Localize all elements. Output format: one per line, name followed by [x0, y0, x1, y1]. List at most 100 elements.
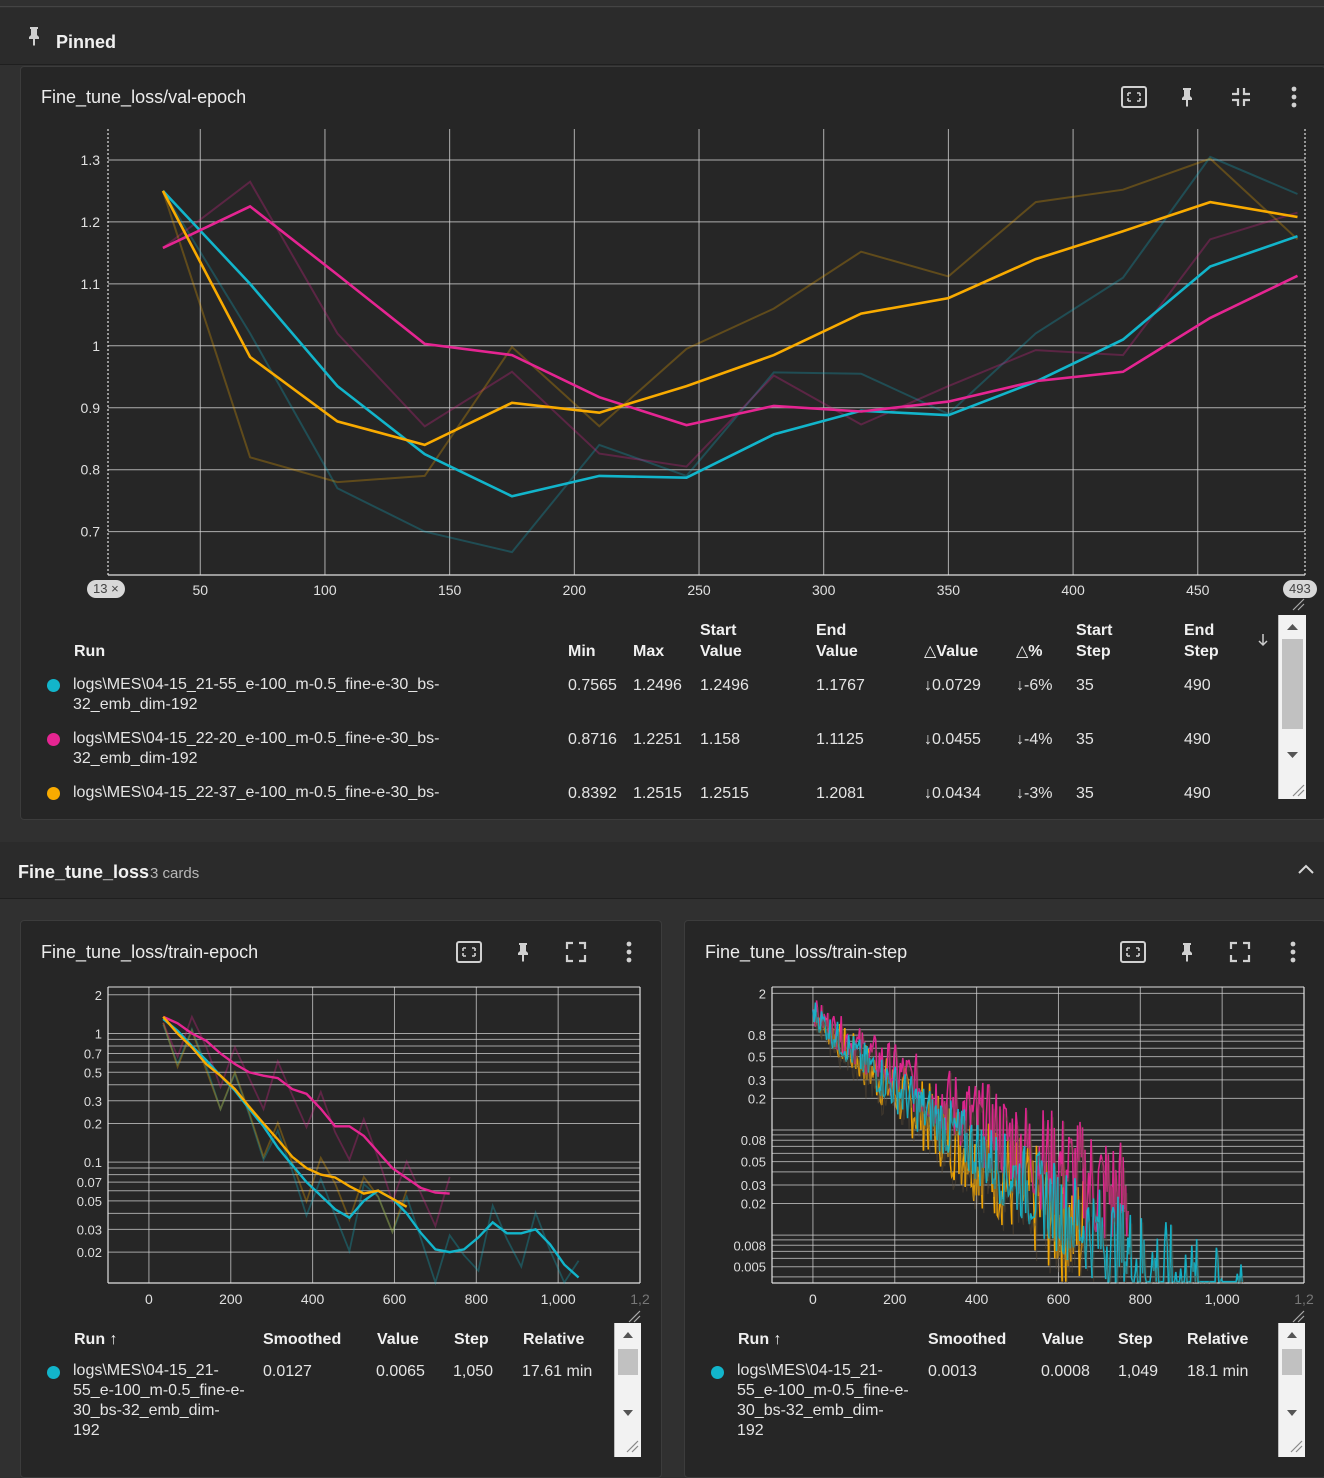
- more-options-button[interactable]: [1278, 937, 1308, 967]
- train-step-chart[interactable]: 2 0.8 0.5 0.3 0.2 0.08 0.05 0.03 0.02 0.008 0.005 0…: [685, 977, 1324, 1317]
- pin-card-button[interactable]: [508, 937, 538, 967]
- pin-card-button[interactable]: [1172, 82, 1202, 112]
- cell-delta-value: ↓0.0729: [924, 677, 981, 694]
- cell-step: 1,049: [1118, 1363, 1159, 1380]
- group-name: Fine_tune_loss: [18, 862, 150, 882]
- cell-delta-pct: ↓-4%: [1016, 731, 1053, 748]
- scroll-up-icon[interactable]: [1279, 619, 1306, 635]
- header-end-step[interactable]: End Step: [1184, 620, 1219, 662]
- y-tick-label: 1: [95, 1027, 102, 1042]
- header-relative[interactable]: Relative: [523, 1329, 584, 1350]
- top-divider: [0, 6, 1324, 7]
- x-tick-label: 50: [192, 582, 208, 598]
- run-color-dot[interactable]: [711, 1366, 724, 1379]
- scroll-up-icon[interactable]: [1279, 1327, 1305, 1343]
- scroll-down-icon[interactable]: [1279, 747, 1306, 763]
- header-smoothed[interactable]: Smoothed: [928, 1329, 1006, 1350]
- header-end-step-line2: Step: [1184, 643, 1219, 660]
- scroll-down-icon[interactable]: [1279, 1405, 1305, 1421]
- header-value[interactable]: Value: [1042, 1329, 1084, 1350]
- header-smoothed[interactable]: Smoothed: [263, 1329, 341, 1350]
- cell-min: 0.8392: [568, 785, 617, 802]
- more-options-button[interactable]: [1279, 82, 1309, 112]
- fit-domain-button[interactable]: [1119, 82, 1149, 112]
- raw-series-line: [162, 1024, 580, 1286]
- run-color-dot[interactable]: [47, 787, 60, 800]
- group-header[interactable]: Fine_tune_loss 3 cards: [0, 842, 1324, 899]
- resize-handle-icon[interactable]: [1291, 597, 1305, 611]
- collapse-card-button[interactable]: [1226, 82, 1256, 112]
- header-start-step[interactable]: Start Step: [1076, 620, 1112, 662]
- expand-card-button[interactable]: [561, 937, 591, 967]
- y-tick-label: 0.03: [77, 1222, 102, 1237]
- more-options-button[interactable]: [614, 937, 644, 967]
- table-resize-icon[interactable]: [1289, 1439, 1303, 1453]
- scroll-down-icon[interactable]: [615, 1405, 641, 1421]
- chevron-up-icon[interactable]: [1294, 858, 1318, 882]
- resize-handle-icon[interactable]: [1291, 1309, 1305, 1323]
- y-tick-label: 0.05: [77, 1194, 102, 1209]
- scrollbar-thumb[interactable]: [1282, 1349, 1302, 1375]
- range-chip-left[interactable]: 13 ×: [87, 580, 125, 598]
- x-tick-label: 1,2: [1294, 1291, 1314, 1307]
- group-card-count: 3 cards: [150, 865, 200, 882]
- fit-domain-button[interactable]: [454, 937, 484, 967]
- cell-start-value: 1.158: [700, 731, 741, 748]
- header-step[interactable]: Step: [1118, 1329, 1153, 1350]
- header-end-value[interactable]: End Value: [816, 620, 858, 662]
- header-relative[interactable]: Relative: [1187, 1329, 1248, 1350]
- y-tick-label: 0.8: [748, 1028, 766, 1043]
- card-title: Fine_tune_loss/train-epoch: [41, 942, 259, 962]
- cell-end-value: 1.2081: [816, 785, 865, 802]
- y-tick-label: 0.02: [741, 1196, 766, 1211]
- cell-delta-pct: ↓-3%: [1016, 785, 1053, 802]
- x-tick-label: 600: [1047, 1291, 1071, 1307]
- table-resize-icon[interactable]: [625, 1439, 639, 1453]
- val-table-body: logs\MES\04-15_21-55_e-100_m-0.5_fine-e-…: [21, 667, 1277, 803]
- fit-domain-button[interactable]: [1118, 937, 1148, 967]
- header-max[interactable]: Max: [633, 641, 664, 662]
- table-resize-icon[interactable]: [1291, 783, 1305, 797]
- header-delta-pct[interactable]: △%: [1016, 641, 1043, 662]
- run-color-dot[interactable]: [47, 679, 60, 692]
- header-run[interactable]: Run ↑: [74, 1329, 118, 1350]
- cell-start-step: 35: [1076, 731, 1094, 748]
- cell-end-step: 490: [1184, 731, 1211, 748]
- x-tick-label: 1,000: [1205, 1291, 1240, 1307]
- header-min[interactable]: Min: [568, 641, 596, 662]
- header-start-value[interactable]: Start Value: [700, 620, 742, 662]
- smoothed-series-line: [162, 1016, 408, 1208]
- cell-relative: 18.1 min: [1187, 1363, 1249, 1380]
- header-run[interactable]: Run: [74, 641, 105, 662]
- scrollbar-thumb[interactable]: [618, 1349, 638, 1375]
- x-tick-label: 400: [1061, 582, 1085, 598]
- header-run[interactable]: Run ↑: [738, 1329, 782, 1350]
- expand-card-button[interactable]: [1225, 937, 1255, 967]
- x-tick-label: 450: [1186, 582, 1210, 598]
- pin-card-button[interactable]: [1172, 937, 1202, 967]
- smoothed-series-line: [161, 190, 1298, 447]
- resize-handle-icon[interactable]: [627, 1309, 641, 1323]
- train-epoch-chart[interactable]: 2 1 0.7 0.5 0.3 0.2 0.1 0.07 0.05 0.03 0.02 0 200 400…: [21, 977, 661, 1317]
- header-step[interactable]: Step: [454, 1329, 489, 1350]
- table-scrollbar[interactable]: [1278, 615, 1306, 799]
- run-color-dot[interactable]: [47, 733, 60, 746]
- header-end-step-line1: End: [1184, 622, 1215, 639]
- cell-min: 0.7565: [568, 677, 617, 694]
- header-delta-value[interactable]: △Value: [924, 641, 978, 662]
- table-scrollbar[interactable]: [1278, 1323, 1305, 1457]
- val-epoch-chart[interactable]: 0.7 0.8 0.9 1 1.1 1.2 1.3 50 100 150 200 250 300 350 4…: [21, 117, 1324, 677]
- train-step-card: Fine_tune_loss/train-step 2 0.8 0.5 0.3 0.2 0…: [684, 920, 1324, 1478]
- more-vert-icon: [1290, 941, 1296, 963]
- scroll-up-icon[interactable]: [615, 1327, 641, 1343]
- y-tick-label: 0.05: [741, 1155, 766, 1170]
- scrollbar-thumb[interactable]: [1282, 639, 1303, 729]
- range-chip-right[interactable]: 493: [1283, 580, 1317, 598]
- header-value[interactable]: Value: [377, 1329, 419, 1350]
- table-scrollbar[interactable]: [614, 1323, 641, 1457]
- pin-card-icon: [518, 943, 528, 962]
- cell-start-value: 1.2496: [700, 677, 749, 694]
- cell-step: 1,050: [453, 1363, 494, 1380]
- run-color-dot[interactable]: [47, 1366, 60, 1379]
- sort-arrow-icon[interactable]: [1257, 633, 1269, 647]
